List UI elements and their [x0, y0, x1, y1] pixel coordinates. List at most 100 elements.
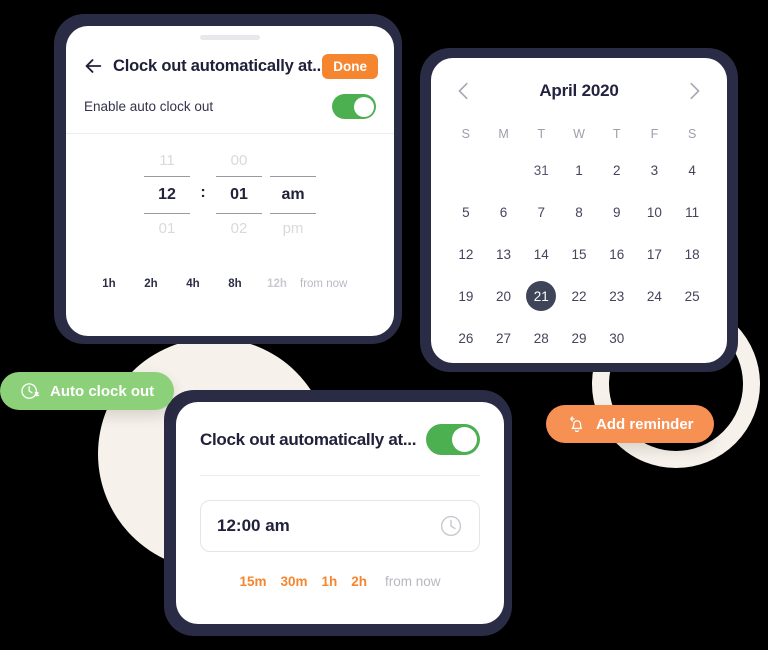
calendar-header: April 2020 — [431, 58, 727, 102]
calendar-dow: S — [461, 127, 471, 141]
calendar-day-number: 10 — [646, 204, 662, 220]
calendar-day-number: 31 — [533, 162, 549, 178]
calendar-day-number: 1 — [575, 162, 583, 178]
compact-quick-duration-suffix: from now — [385, 574, 441, 589]
compact-card-header: Clock out automatically at... — [200, 424, 480, 455]
done-button[interactable]: Done — [322, 53, 378, 79]
calendar-day-number: 19 — [458, 288, 474, 304]
calendar-day-cell[interactable]: 24 — [636, 278, 674, 314]
calendar-day-number: 26 — [458, 330, 474, 346]
calendar-day-cell[interactable]: 8 — [560, 194, 598, 230]
meridiem-wheel-value: am — [281, 186, 305, 203]
meridiem-wheel-rule-bottom — [270, 213, 316, 214]
quick-duration-1h[interactable]: 1h — [322, 574, 338, 589]
calendar-day-cell[interactable]: 7 — [522, 194, 560, 230]
enable-auto-clock-out-label: Enable auto clock out — [84, 99, 214, 114]
calendar-day-cell[interactable]: 4 — [673, 152, 711, 188]
hour-wheel-value: 12 — [158, 186, 176, 203]
calendar-day-cell[interactable]: 23 — [598, 278, 636, 314]
calendar-day-cell[interactable]: 6 — [485, 194, 523, 230]
calendar-day-cell[interactable]: 29 — [560, 320, 598, 356]
chevron-right-icon[interactable] — [683, 80, 705, 102]
calendar-day-cell[interactable]: 19 — [447, 278, 485, 314]
auto-clock-out-pill-label: Auto clock out — [50, 382, 155, 400]
bell-reminder-icon — [566, 414, 587, 435]
calendar-day-cell[interactable]: 1 — [560, 152, 598, 188]
calendar-day-cell[interactable]: 28 — [522, 320, 560, 356]
app-stage: Clock out automatically at... Done Enabl… — [0, 0, 768, 650]
calendar-title: April 2020 — [539, 81, 619, 100]
calendar-day-cell[interactable]: 20 — [485, 278, 523, 314]
quick-duration-1h[interactable]: 1h — [88, 278, 130, 290]
enable-auto-clock-out-toggle[interactable] — [332, 94, 376, 119]
calendar-dow: T — [612, 127, 621, 141]
time-value-text: 12:00 am — [217, 516, 290, 535]
minute-wheel[interactable]: 00 01 02 — [212, 148, 266, 242]
minute-wheel-next: 02 — [230, 220, 248, 237]
time-picker-header: Clock out automatically at... Done — [66, 40, 394, 82]
calendar-dow: S — [687, 127, 697, 141]
quick-duration-row: 1h 2h 4h 8h 12h from now — [66, 278, 394, 290]
quick-duration-4h[interactable]: 4h — [172, 278, 214, 290]
calendar-day-cell[interactable]: 9 — [598, 194, 636, 230]
auto-clock-out-pill[interactable]: Auto clock out — [0, 372, 175, 410]
auto-clock-out-icon — [20, 381, 41, 402]
calendar-day-cell[interactable]: 30 — [598, 320, 636, 356]
calendar-day-cell[interactable]: 2 — [598, 152, 636, 188]
calendar-day-number: 11 — [685, 204, 700, 220]
minute-wheel-prev: 00 — [230, 152, 248, 169]
enable-auto-clock-out-row: Enable auto clock out — [66, 82, 394, 134]
quick-duration-30m[interactable]: 30m — [280, 574, 307, 589]
calendar-day-number: 7 — [537, 204, 546, 220]
calendar-dow: M — [498, 127, 509, 141]
compact-clock-out-toggle[interactable] — [426, 424, 480, 455]
calendar-day-cell[interactable]: 22 — [560, 278, 598, 314]
chevron-left-icon[interactable] — [453, 80, 475, 102]
back-arrow-icon[interactable] — [82, 55, 104, 77]
calendar-day-cell[interactable]: 26 — [447, 320, 485, 356]
calendar-day-cell[interactable]: 14 — [522, 236, 560, 272]
calendar-day-number: 6 — [499, 204, 508, 220]
add-reminder-pill[interactable]: Add reminder — [546, 405, 714, 443]
calendar-day-cell[interactable]: 12 — [447, 236, 485, 272]
compact-clock-out-card: Clock out automatically at... 12:00 am 1… — [176, 402, 504, 624]
calendar-day-cell[interactable]: 15 — [560, 236, 598, 272]
minute-wheel-value: 01 — [230, 186, 248, 203]
calendar-day-cell[interactable]: 11 — [673, 194, 711, 230]
calendar-day-cell[interactable]: 17 — [636, 236, 674, 272]
meridiem-wheel-rule-top — [270, 176, 316, 177]
quick-duration-2h[interactable]: 2h — [351, 574, 367, 589]
calendar-day-number: 28 — [533, 330, 549, 346]
calendar-day-number: 3 — [650, 162, 659, 178]
quick-duration-8h[interactable]: 8h — [214, 278, 256, 290]
quick-duration-2h[interactable]: 2h — [130, 278, 172, 290]
calendar-dow: T — [537, 127, 546, 141]
calendar-day-cell[interactable]: 13 — [485, 236, 523, 272]
toggle-knob — [452, 427, 477, 452]
calendar-day-number: 27 — [496, 330, 512, 346]
time-value-field[interactable]: 12:00 am — [200, 500, 480, 552]
calendar-day-cell[interactable]: 5 — [447, 194, 485, 230]
calendar-day-cell[interactable]: 27 — [485, 320, 523, 356]
calendar-day-number: 29 — [571, 330, 587, 346]
quick-duration-12h[interactable]: 12h — [256, 278, 298, 290]
calendar-day-number: 23 — [609, 288, 625, 304]
hour-wheel-rule-top — [144, 176, 190, 177]
calendar-day-cell[interactable]: 31 — [522, 152, 560, 188]
calendar-day-cell[interactable]: 3 — [636, 152, 674, 188]
calendar-day-number: 21 — [526, 281, 557, 311]
calendar-day-cell[interactable]: 10 — [636, 194, 674, 230]
hour-wheel[interactable]: 11 12 01 — [140, 148, 194, 242]
meridiem-wheel[interactable]: am pm — [266, 148, 320, 242]
quick-duration-15m[interactable]: 15m — [239, 574, 266, 589]
minute-wheel-rule-top — [216, 176, 262, 177]
meridiem-wheel-next: pm — [282, 220, 304, 237]
calendar-day-cell[interactable]: 16 — [598, 236, 636, 272]
calendar-day-cell[interactable]: 18 — [673, 236, 711, 272]
compact-card-title: Clock out automatically at... — [200, 429, 417, 449]
wheel-separator: : — [194, 148, 212, 209]
calendar-day-cell[interactable]: 25 — [673, 278, 711, 314]
calendar-day-cell[interactable]: 21 — [522, 278, 560, 314]
hour-wheel-prev: 11 — [159, 152, 175, 169]
calendar-dow: W — [573, 127, 585, 141]
